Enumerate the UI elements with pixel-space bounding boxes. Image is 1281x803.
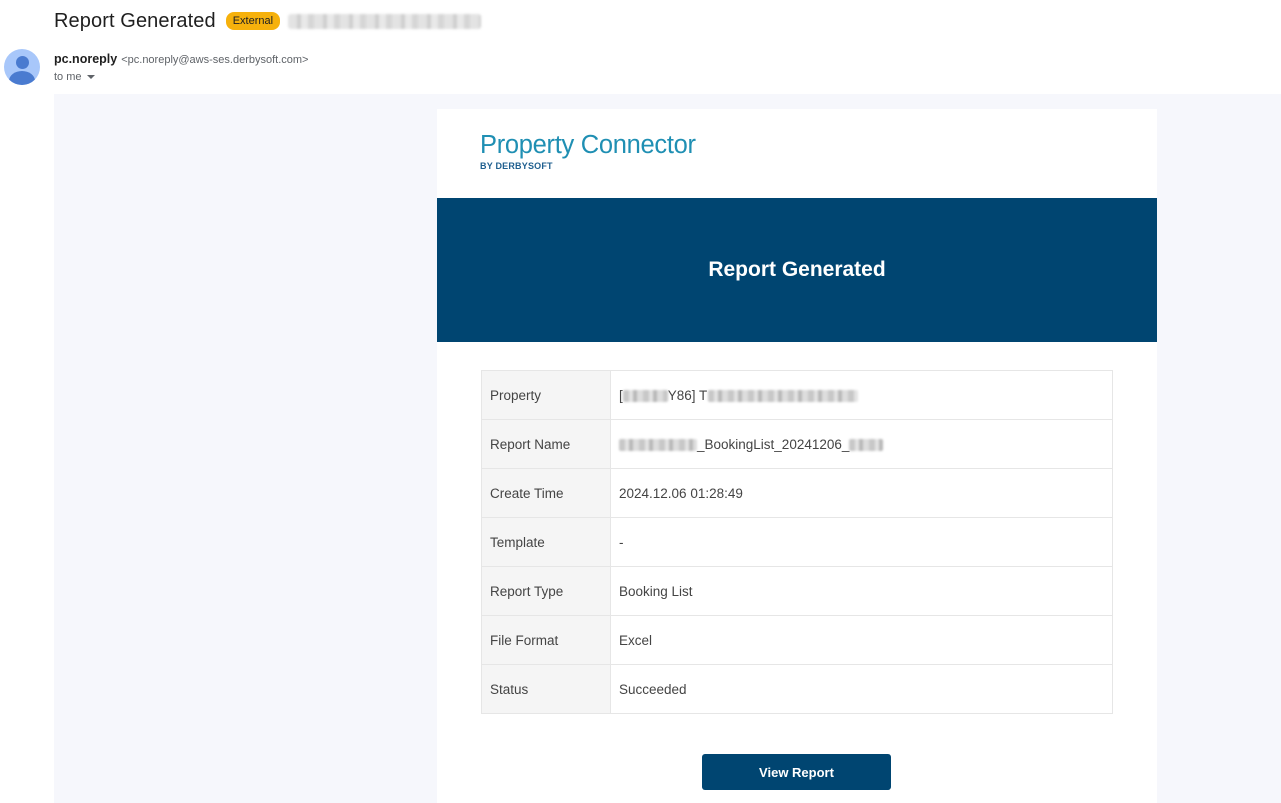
detail-label: Template (481, 517, 611, 567)
logo-tagline: BY DERBYSOFT (480, 161, 553, 171)
detail-label: Create Time (481, 468, 611, 518)
report-details-table: Property [Y86] T Report Name _BookingLis… (481, 370, 1113, 714)
redacted-text (708, 389, 859, 402)
view-report-button[interactable]: View Report (702, 754, 891, 790)
property-connector-logo: Property Connector BY DERBYSOFT (480, 131, 696, 171)
table-row: Status Succeeded (481, 664, 1113, 714)
redacted-text (622, 389, 668, 402)
report-name-value: _BookingList_20241206_ (610, 419, 1113, 469)
table-row: File Format Excel (481, 615, 1113, 665)
recipient-details-toggle[interactable]: to me (54, 71, 95, 83)
banner-title: Report Generated (708, 258, 886, 281)
detail-value: Booking List (610, 566, 1113, 616)
sender-email: <pc.noreply@aws-ses.derbysoft.com> (121, 54, 309, 66)
sender-row: pc.noreply <pc.noreply@aws-ses.derbysoft… (54, 52, 308, 66)
email-subject: Report Generated (54, 9, 216, 32)
detail-value: Excel (610, 615, 1113, 665)
header-banner: Report Generated (437, 198, 1157, 342)
detail-value: 2024.12.06 01:28:49 (610, 468, 1113, 518)
sender-avatar-icon[interactable] (4, 49, 40, 85)
detail-label: File Format (481, 615, 611, 665)
redacted-text (849, 438, 884, 451)
detail-label: Report Name (481, 419, 611, 469)
external-badge[interactable]: External (225, 12, 281, 30)
detail-label: Status (481, 664, 611, 714)
table-row: Property [Y86] T (481, 370, 1113, 420)
email-card: Property Connector BY DERBYSOFT Report G… (437, 109, 1157, 803)
sender-name[interactable]: pc.noreply (54, 52, 117, 66)
status-value: Succeeded (610, 664, 1113, 714)
email-body: Property Connector BY DERBYSOFT Report G… (54, 94, 1281, 803)
table-row: Create Time 2024.12.06 01:28:49 (481, 468, 1113, 518)
table-row: Report Name _BookingList_20241206_ (481, 419, 1113, 469)
redacted-text (619, 438, 697, 451)
property-value: [Y86] T (610, 370, 1113, 420)
table-row: Report Type Booking List (481, 566, 1113, 616)
detail-value: - (610, 517, 1113, 567)
detail-label: Report Type (481, 566, 611, 616)
recipient-label: to me (54, 71, 82, 83)
detail-label: Property (481, 370, 611, 420)
table-row: Template - (481, 517, 1113, 567)
subject-row: Report Generated External (54, 8, 482, 34)
chevron-down-icon[interactable] (86, 75, 95, 79)
logo-name: Property Connector (480, 131, 696, 159)
redacted-label[interactable] (288, 13, 482, 29)
